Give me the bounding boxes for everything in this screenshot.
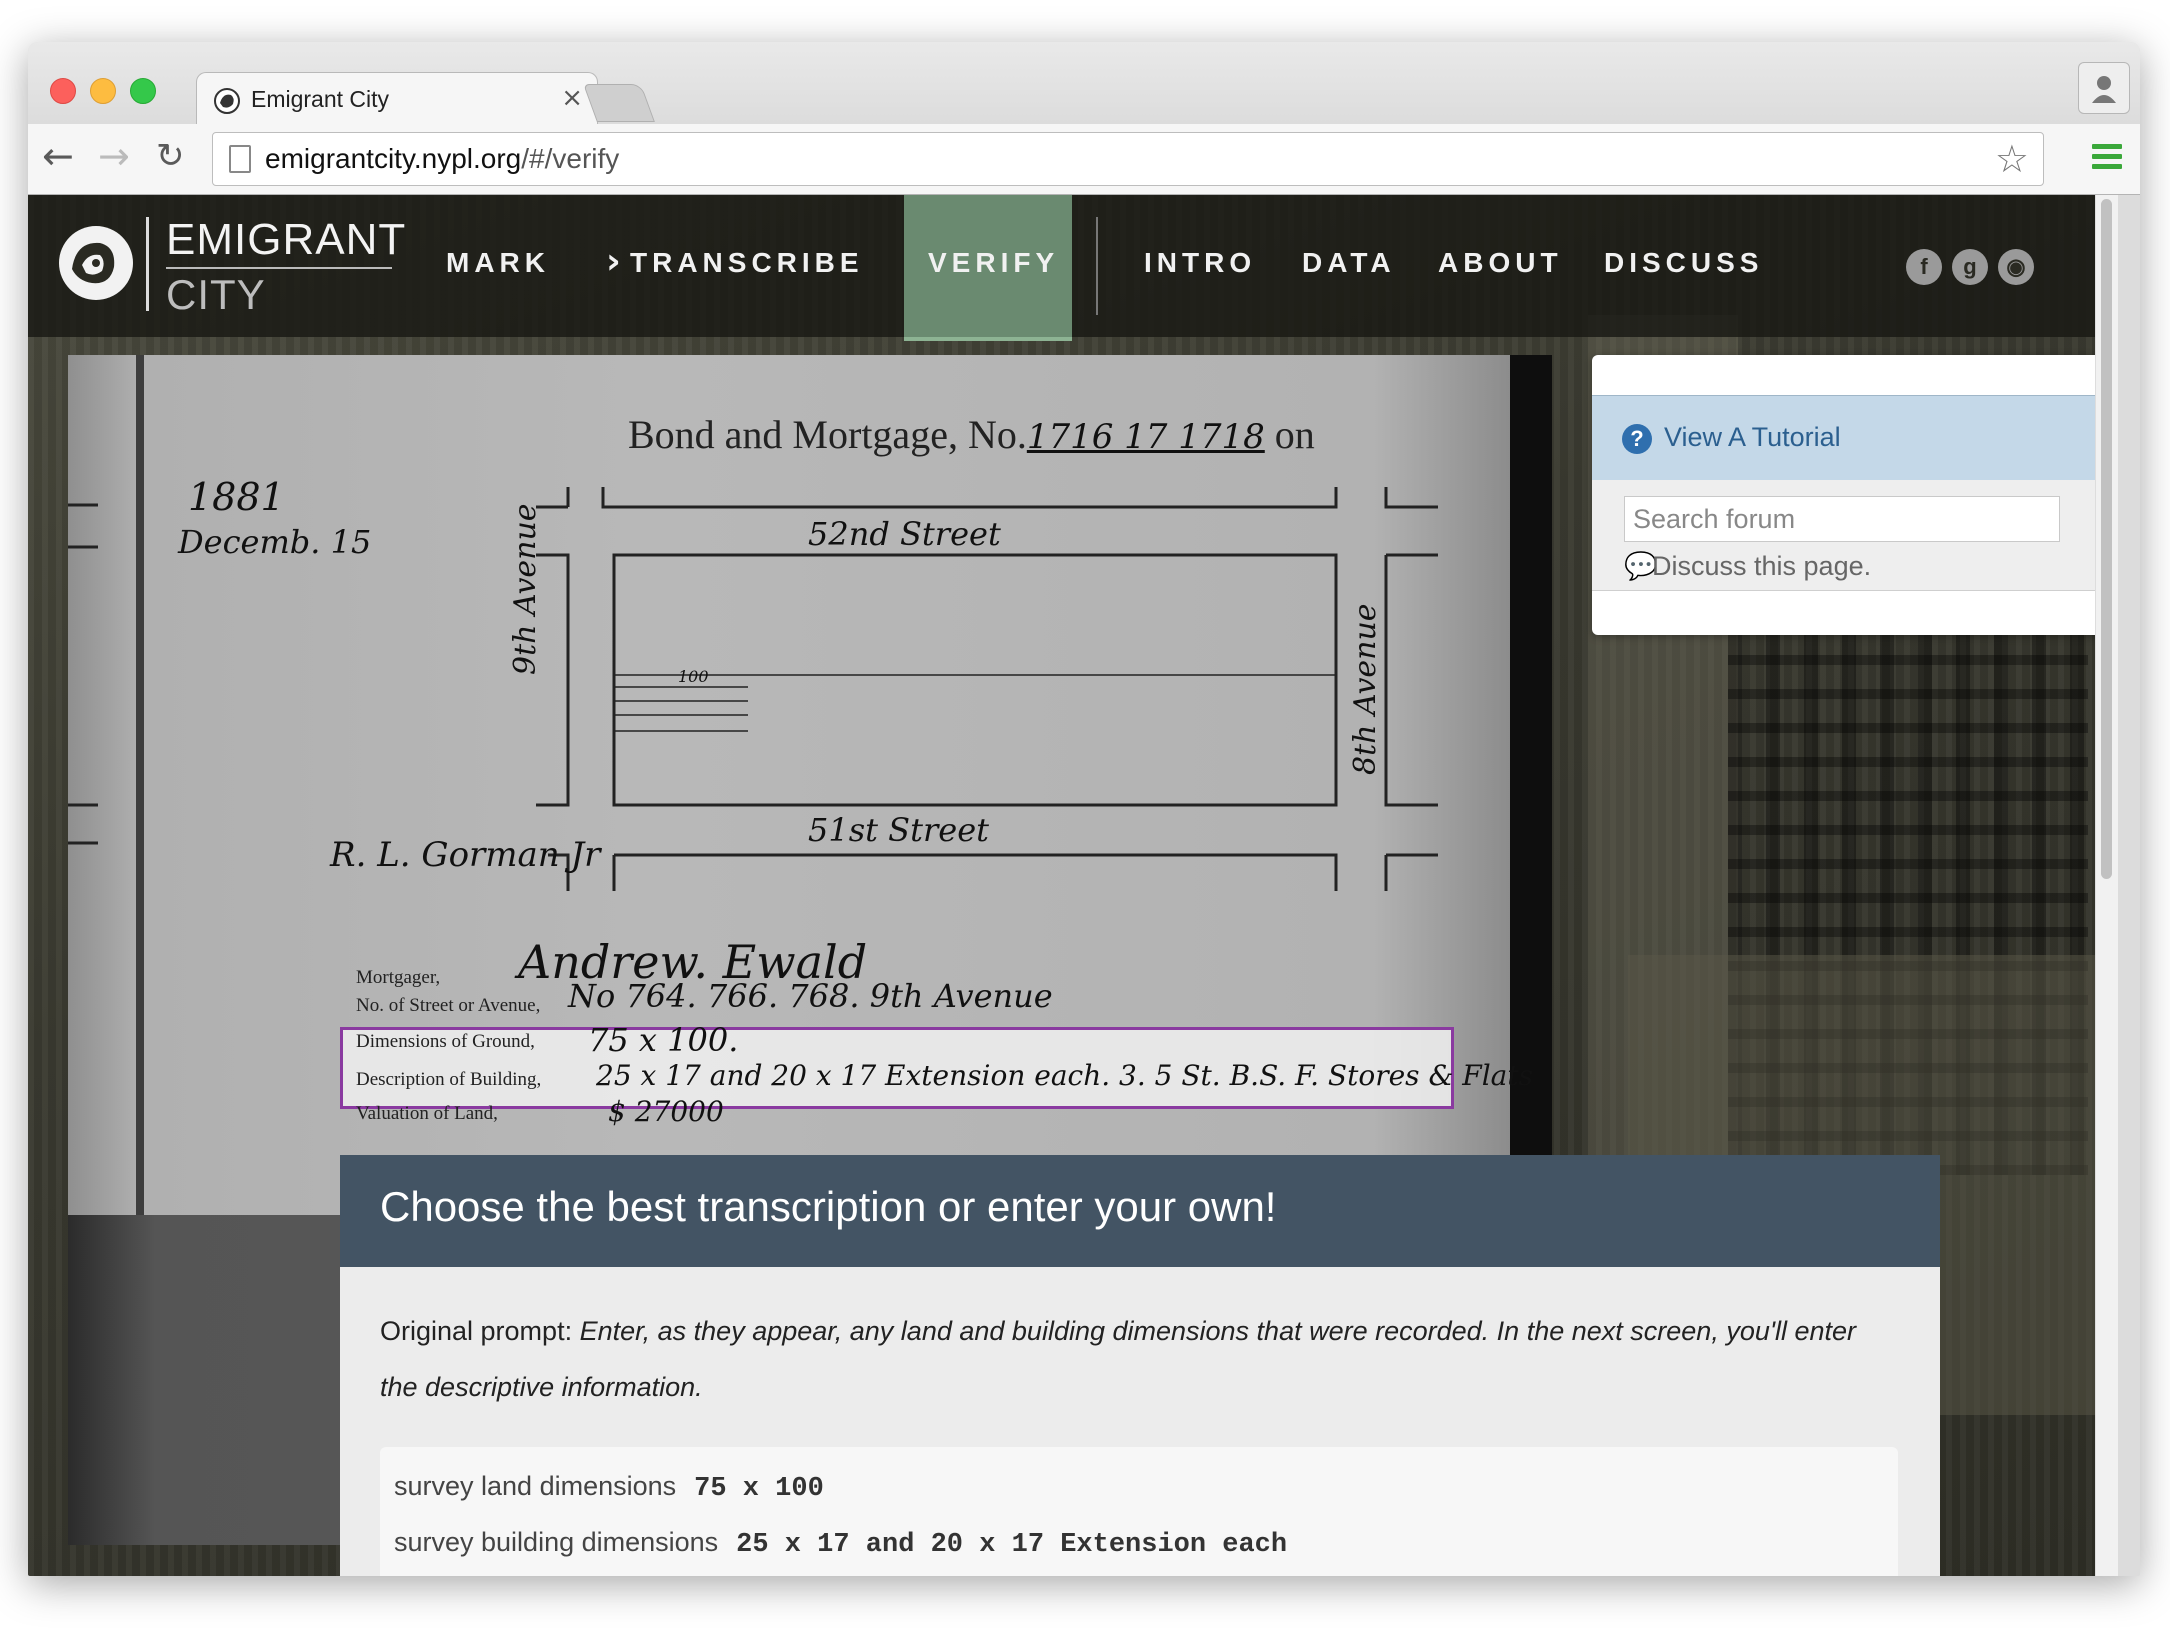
- browser-window: Emigrant City × ← → ↻ emigrantcity.nypl.…: [28, 42, 2140, 1576]
- verify-card: Choose the best transcription or enter y…: [340, 1155, 1940, 1576]
- option-building-label: survey building dimensions: [394, 1527, 719, 1557]
- chevron-right-icon: ›: [606, 241, 621, 282]
- site-header: EMIGRANT CITY MARK › TRANSCRIBE › VERIFY…: [28, 195, 2118, 341]
- document-valuation-label: Valuation of Land,: [356, 1103, 498, 1124]
- verify-card-header: Choose the best transcription or enter y…: [340, 1155, 1940, 1267]
- page-scrollbar[interactable]: [2095, 195, 2118, 1576]
- nypl-lion-favicon-icon: [214, 88, 240, 114]
- bookmark-star-icon[interactable]: ☆: [1995, 137, 2029, 181]
- address-bar[interactable]: emigrantcity.nypl.org/#/verify ☆: [212, 132, 2044, 186]
- nav-mark[interactable]: MARK: [446, 247, 550, 279]
- instagram-icon[interactable]: ◉: [1998, 249, 2034, 285]
- maximize-window-button[interactable]: [130, 78, 156, 104]
- tab-strip: Emigrant City ×: [28, 42, 2140, 127]
- logo-text-emigrant[interactable]: EMIGRANT: [166, 215, 406, 265]
- tab-title: Emigrant City: [251, 86, 390, 112]
- web-page: EMIGRANT CITY MARK › TRANSCRIBE › VERIFY…: [28, 195, 2118, 1576]
- document-street-bottom: 51st Street: [808, 811, 989, 849]
- back-arrow-icon[interactable]: ←: [42, 134, 74, 178]
- page-icon: [229, 145, 251, 173]
- transcription-option[interactable]: survey land dimensions 75 x 100 survey bu…: [380, 1447, 1898, 1576]
- document-avenue-left: 9th Avenue: [508, 503, 543, 675]
- document-street-top: 52nd Street: [808, 515, 1001, 553]
- document-valuation-value: $ 27000: [608, 1095, 724, 1128]
- facebook-icon[interactable]: f: [1906, 249, 1942, 285]
- tab-emigrant-city[interactable]: Emigrant City ×: [196, 72, 598, 127]
- logo-divider: [146, 217, 149, 311]
- discuss-page-link[interactable]: 💬Discuss this page.: [1624, 550, 1871, 582]
- prompt-label: Original prompt:: [380, 1316, 573, 1346]
- url-text: emigrantcity.nypl.org/#/verify: [265, 143, 620, 174]
- option-building-value: 25 x 17 and 20 x 17 Extension each: [736, 1530, 1288, 1560]
- browser-toolbar: ← → ↻ emigrantcity.nypl.org/#/verify ☆: [28, 124, 2140, 195]
- nav-verify[interactable]: VERIFY: [928, 247, 1059, 279]
- speech-bubble-icon: 💬: [1624, 551, 1658, 581]
- forum-section: 💬Discuss this page.: [1592, 480, 2118, 591]
- hamburger-menu-icon[interactable]: [2092, 144, 2122, 174]
- nav-separator: [1096, 217, 1098, 315]
- nav-about[interactable]: ABOUT: [1438, 247, 1563, 279]
- reload-icon[interactable]: ↻: [156, 136, 185, 176]
- document-street-value: No 764. 766. 768. 9th Avenue: [568, 977, 1053, 1015]
- nav-data[interactable]: DATA: [1302, 247, 1396, 279]
- tutorial-label[interactable]: View A Tutorial: [1664, 422, 1841, 453]
- nav-transcribe[interactable]: TRANSCRIBE: [630, 247, 864, 279]
- original-prompt: Original prompt: Enter, as they appear, …: [380, 1303, 1900, 1415]
- nav-discuss[interactable]: DISCUSS: [1604, 247, 1763, 279]
- document-mortgager-label: Mortgager,: [356, 967, 441, 988]
- help-panel: ? View A Tutorial 💬Discuss this page.: [1592, 355, 2118, 635]
- option-land-value: 75 x 100: [694, 1474, 824, 1504]
- nav-intro[interactable]: INTRO: [1144, 247, 1256, 279]
- nypl-lion-logo-icon[interactable]: [56, 223, 136, 303]
- document-lot-number: 100: [678, 667, 709, 686]
- option-land-row: survey land dimensions 75 x 100: [394, 1471, 824, 1504]
- person-icon: [2092, 76, 2116, 103]
- document-ground-label: Dimensions of Ground,: [356, 1031, 535, 1052]
- tab-close-icon[interactable]: ×: [561, 83, 583, 113]
- tutorial-button[interactable]: ? View A Tutorial: [1592, 395, 2118, 481]
- document-building-label: Description of Building,: [356, 1069, 542, 1090]
- close-window-button[interactable]: [50, 78, 76, 104]
- verify-heading: Choose the best transcription or enter y…: [380, 1183, 1277, 1230]
- prompt-text: Enter, as they appear, any land and buil…: [380, 1316, 1857, 1402]
- document-ground-value: 75 x 100.: [588, 1021, 739, 1059]
- search-forum-input[interactable]: [1624, 496, 2060, 542]
- new-tab-button[interactable]: [583, 84, 655, 122]
- profile-button[interactable]: [2078, 62, 2130, 114]
- minimize-window-button[interactable]: [90, 78, 116, 104]
- document-avenue-right: 8th Avenue: [1348, 603, 1383, 775]
- google-icon[interactable]: g: [1952, 249, 1988, 285]
- question-circle-icon: ?: [1622, 424, 1652, 454]
- option-land-label: survey land dimensions: [394, 1471, 677, 1501]
- logo-text-city[interactable]: CITY: [166, 271, 266, 319]
- document-building-value: 25 x 17 and 20 x 17 Extension each. 3. 5…: [596, 1059, 1533, 1092]
- option-building-row: survey building dimensions 25 x 17 and 20…: [394, 1527, 1287, 1560]
- document-signature: R. L. Gorman Jr: [330, 835, 601, 875]
- scrollbar-thumb[interactable]: [2101, 199, 2112, 879]
- logo-underline: [166, 267, 392, 269]
- document-street-label: No. of Street or Avenue,: [356, 995, 541, 1016]
- forward-arrow-icon[interactable]: →: [98, 134, 130, 178]
